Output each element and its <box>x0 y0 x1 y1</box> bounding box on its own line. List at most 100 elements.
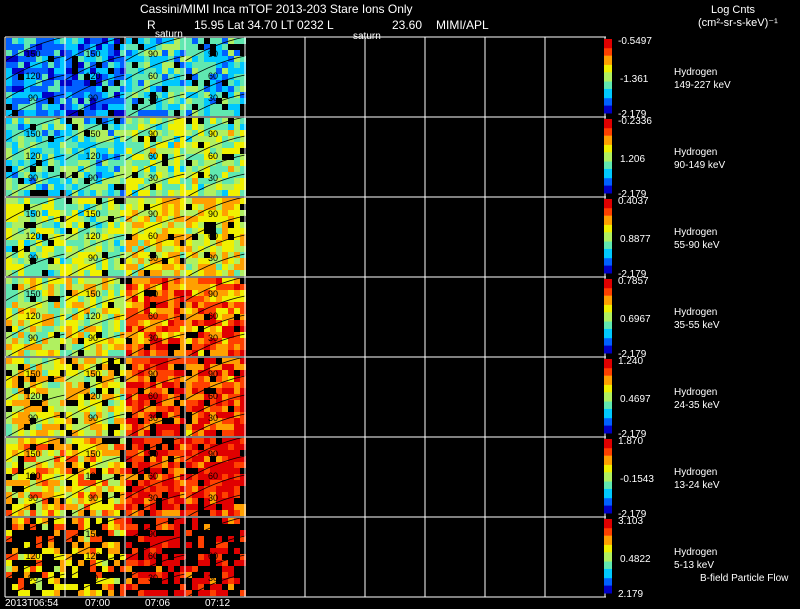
heatmap-cell <box>132 498 138 504</box>
heatmap-cell <box>132 284 138 290</box>
colorbar-segment <box>604 591 612 594</box>
heatmap-cell <box>132 400 138 406</box>
heatmap-cell <box>132 302 138 308</box>
heatmap-cell <box>48 148 54 154</box>
heatmap-cell <box>114 418 120 424</box>
heatmap-cell <box>132 278 138 284</box>
heatmap-cell <box>144 590 150 596</box>
heatmap-cell <box>168 364 174 370</box>
heatmap-cell <box>138 444 144 450</box>
x-tick-label: 2013T06:54 <box>5 598 59 609</box>
heatmap-cell <box>114 166 120 172</box>
heatmap-cell <box>204 190 210 196</box>
heatmap-cell <box>174 578 180 584</box>
heatmap-cell <box>72 584 78 590</box>
heatmap-cell <box>72 80 78 86</box>
heatmap-cell <box>102 468 108 474</box>
heatmap-cell <box>168 228 174 234</box>
heatmap-cell <box>6 338 12 344</box>
heatmap-cell <box>216 486 222 492</box>
heatmap-cell <box>102 74 108 80</box>
heatmap-cell <box>66 424 72 430</box>
heatmap-cell <box>138 160 144 166</box>
heatmap-cell <box>138 510 144 516</box>
heatmap-cell <box>54 148 60 154</box>
heatmap-cell <box>18 554 24 560</box>
heatmap-cell <box>78 332 84 338</box>
heatmap-cell <box>18 118 24 124</box>
heatmap-cell <box>162 92 168 98</box>
heatmap-cell <box>72 160 78 166</box>
heatmap-cell <box>6 344 12 350</box>
heatmap-cell <box>162 388 168 394</box>
heatmap-cell <box>114 542 120 548</box>
heatmap-cell <box>168 104 174 110</box>
heatmap-cell <box>102 308 108 314</box>
heatmap-cell <box>156 358 162 364</box>
heatmap-cell <box>102 290 108 296</box>
heatmap-cell <box>48 326 54 332</box>
heatmap-cell <box>186 400 192 406</box>
heatmap-cell <box>162 234 168 240</box>
heatmap-cell <box>144 278 150 284</box>
heatmap-cell <box>66 130 72 136</box>
heatmap-cell <box>108 418 114 424</box>
heatmap-cell <box>66 530 72 536</box>
heatmap-cell <box>156 264 162 270</box>
heatmap-cell <box>108 370 114 376</box>
heatmap-cell <box>108 382 114 388</box>
heatmap-cell <box>192 258 198 264</box>
heatmap-cell <box>48 44 54 50</box>
heatmap-cell <box>84 110 90 116</box>
heatmap-cell <box>54 468 60 474</box>
heatmap-cell <box>198 222 204 228</box>
heatmap-cell <box>234 578 240 584</box>
heatmap-cell <box>150 166 156 172</box>
heatmap-cell <box>72 284 78 290</box>
heatmap-cell <box>96 270 102 276</box>
heatmap-cell <box>42 148 48 154</box>
heatmap-cell <box>168 124 174 130</box>
heatmap-cell <box>12 44 18 50</box>
heatmap-cell <box>174 284 180 290</box>
heatmap-cell <box>168 468 174 474</box>
heatmap-cell <box>108 326 114 332</box>
heatmap-cell <box>54 222 60 228</box>
heatmap-cell <box>198 456 204 462</box>
heatmap-cell <box>78 98 84 104</box>
contour-label: 30 <box>148 573 158 583</box>
heatmap-cell <box>18 110 24 116</box>
heatmap-cell <box>222 370 228 376</box>
heatmap-cell <box>234 98 240 104</box>
heatmap-cell <box>114 486 120 492</box>
contour-label: 150 <box>85 529 100 539</box>
heatmap-cell <box>186 278 192 284</box>
heatmap-cell <box>228 104 234 110</box>
heatmap-cell <box>96 278 102 284</box>
contour-label: 60 <box>148 71 158 81</box>
heatmap-cell <box>234 124 240 130</box>
heatmap-cell <box>36 518 42 524</box>
heatmap-cell <box>102 382 108 388</box>
heatmap-cell <box>186 308 192 314</box>
heatmap-cell <box>126 142 132 148</box>
heatmap-cell <box>168 338 174 344</box>
heatmap-cell <box>138 142 144 148</box>
heatmap-cell <box>72 438 78 444</box>
heatmap-cell <box>162 172 168 178</box>
heatmap-cell <box>42 370 48 376</box>
contour-label: 90 <box>28 333 38 343</box>
heatmap-cell <box>228 190 234 196</box>
heatmap-cell <box>78 590 84 596</box>
heatmap-cell <box>66 124 72 130</box>
colorbar-max-label: 1.240 <box>618 356 644 367</box>
colorbar-mid-label: 0.4697 <box>620 394 651 405</box>
heatmap-cell <box>162 314 168 320</box>
heatmap-cell <box>108 290 114 296</box>
heatmap-cell <box>126 326 132 332</box>
heatmap-cell <box>96 38 102 44</box>
heatmap-cell <box>168 44 174 50</box>
heatmap-cell <box>162 412 168 418</box>
heatmap-cell <box>186 438 192 444</box>
heatmap-cell <box>126 542 132 548</box>
